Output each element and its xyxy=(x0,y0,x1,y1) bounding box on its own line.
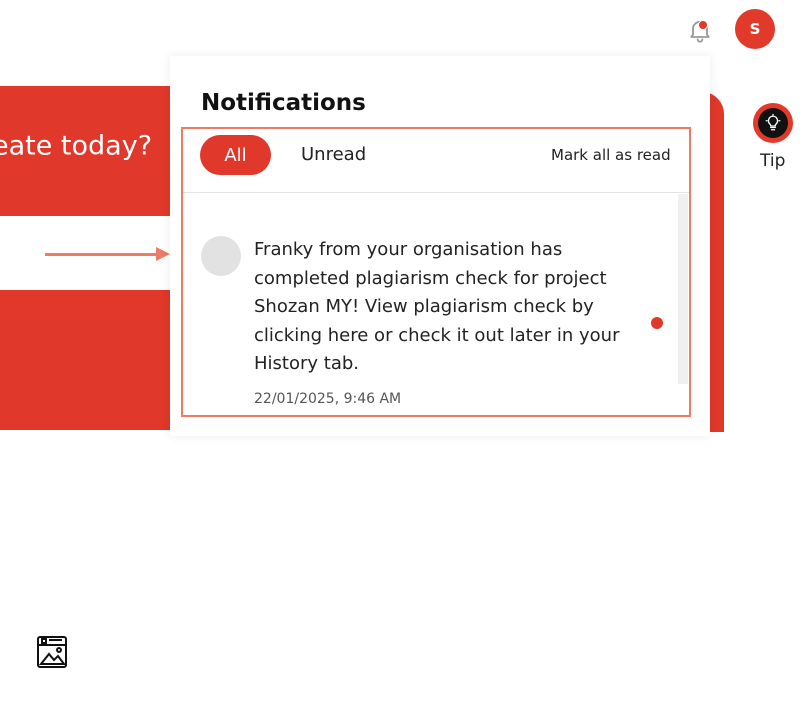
mark-all-read-button[interactable]: Mark all as read xyxy=(551,146,671,164)
image-icon xyxy=(37,636,67,668)
divider xyxy=(183,192,689,193)
unread-dot-icon xyxy=(651,317,663,329)
feature-card-label: hoto xyxy=(0,702,37,723)
tab-unread[interactable]: Unread xyxy=(301,144,366,165)
arrow-line xyxy=(45,253,160,256)
notification-avatar xyxy=(201,236,241,276)
bell-badge-dot xyxy=(698,20,708,30)
image-icon-circle xyxy=(16,616,88,688)
tab-all[interactable]: All xyxy=(200,135,271,175)
tip-button[interactable] xyxy=(753,103,793,143)
scrollbar[interactable] xyxy=(678,194,688,384)
hero-text: eate today? xyxy=(0,130,153,162)
notification-bell-button[interactable] xyxy=(686,16,714,44)
tip-label: Tip xyxy=(760,151,786,171)
notification-timestamp: 22/01/2025, 9:46 AM xyxy=(254,391,402,407)
lightbulb-icon xyxy=(758,108,788,138)
notification-message[interactable]: Franky from your organisation has comple… xyxy=(254,236,634,379)
user-avatar[interactable]: S xyxy=(735,9,775,49)
panel-title: Notifications xyxy=(201,90,366,116)
notifications-panel: Notifications All Unread Mark all as rea… xyxy=(170,56,710,436)
arrow-head-icon xyxy=(156,247,170,261)
